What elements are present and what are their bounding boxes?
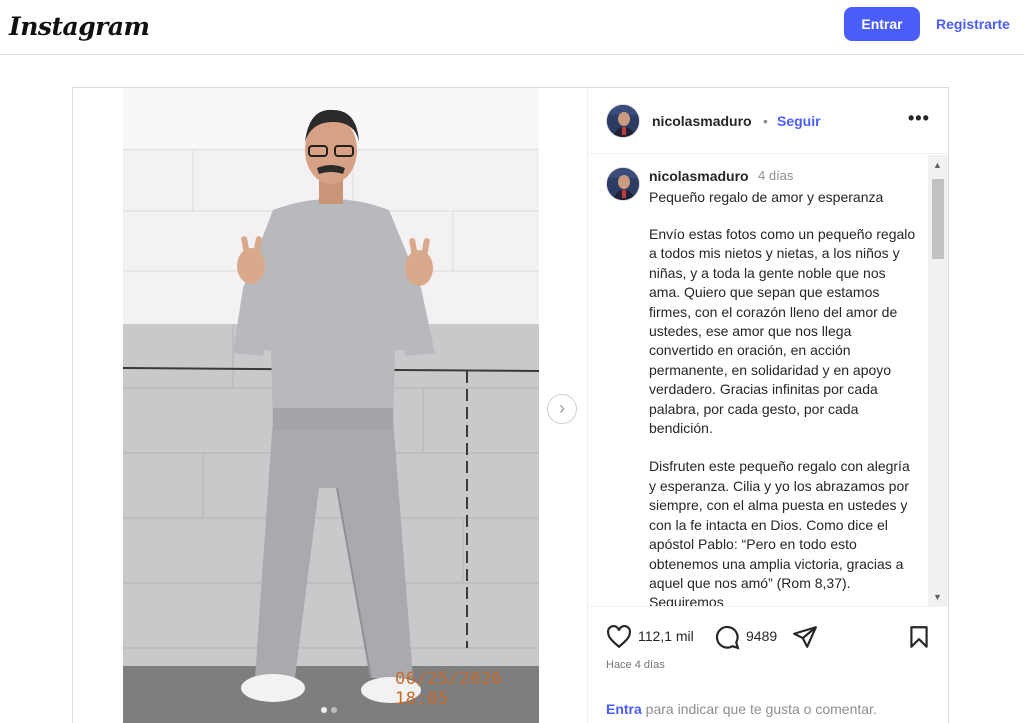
bookmark-icon[interactable] [906,624,932,655]
author-avatar[interactable] [606,104,640,138]
avatar-image [607,105,639,137]
caption-username[interactable]: nicolasmaduro [649,168,749,184]
caption-author-avatar[interactable] [606,167,640,201]
login-prompt: Entra para indicar que te gusta o coment… [606,701,877,717]
post-side-panel: nicolasmaduro • Seguir ••• nicolasmaduro… [587,88,950,723]
scroll-up-arrow-icon[interactable]: ▲ [933,160,942,170]
caption-paragraph: Envío estas fotos como un pequeño regalo… [649,226,916,437]
comments-count[interactable]: 9489 [746,628,777,644]
caption-body: Envío estas fotos como un pequeño regalo… [649,225,917,607]
login-button[interactable]: Entrar [844,7,920,41]
caption-paragraph: Disfruten este pequeño regalo con alegrí… [649,458,910,607]
post-photo[interactable]: 06/25/2026 18:05 [123,88,539,723]
heart-icon[interactable] [606,624,632,655]
login-prompt-text: para indicar que te gusta o comentar. [641,701,877,717]
carousel-dots [321,707,337,713]
caption-scroll-area[interactable]: nicolasmaduro 4 días Pequeño regalo de a… [588,155,950,607]
top-navigation-bar: Instagram Entrar Registrarte [0,0,1024,55]
register-link[interactable]: Registrarte [936,16,1010,32]
carousel-dot [331,707,337,713]
comment-icon[interactable] [714,624,740,655]
post-time-ago[interactable]: Hace 4 días [606,659,665,671]
caption-scrollbar[interactable]: ▲ ▼ [928,155,948,607]
share-icon[interactable] [792,624,818,655]
post-actions: 112,1 mil 9489 [588,622,950,654]
instagram-logo[interactable]: Instagram [9,12,150,41]
post-media: 06/25/2026 18:05 › [73,88,587,723]
scroll-down-arrow-icon[interactable]: ▼ [933,592,942,602]
avatar-image [607,168,639,200]
caption-title: Pequeño regalo de amor y esperanza [649,189,884,205]
author-username[interactable]: nicolasmaduro [652,113,752,129]
follow-button[interactable]: Seguir [777,113,821,129]
carousel-dot-active [321,707,327,713]
likes-count[interactable]: 112,1 mil [638,628,694,644]
photo-illustration [123,88,539,723]
post-card: 06/25/2026 18:05 › nicolasmaduro • Segui… [72,87,950,723]
photo-date-stamp: 06/25/2026 18:05 [395,669,503,709]
chevron-right-icon: › [559,398,565,418]
login-prompt-link[interactable]: Entra [606,701,642,717]
caption-time[interactable]: 4 días [758,168,793,183]
separator-dot: • [763,113,768,129]
carousel-next-button[interactable]: › [547,394,577,424]
scrollbar-thumb[interactable] [932,179,944,259]
more-options-icon[interactable]: ••• [908,108,930,129]
post-header: nicolasmaduro • Seguir ••• [588,88,950,154]
